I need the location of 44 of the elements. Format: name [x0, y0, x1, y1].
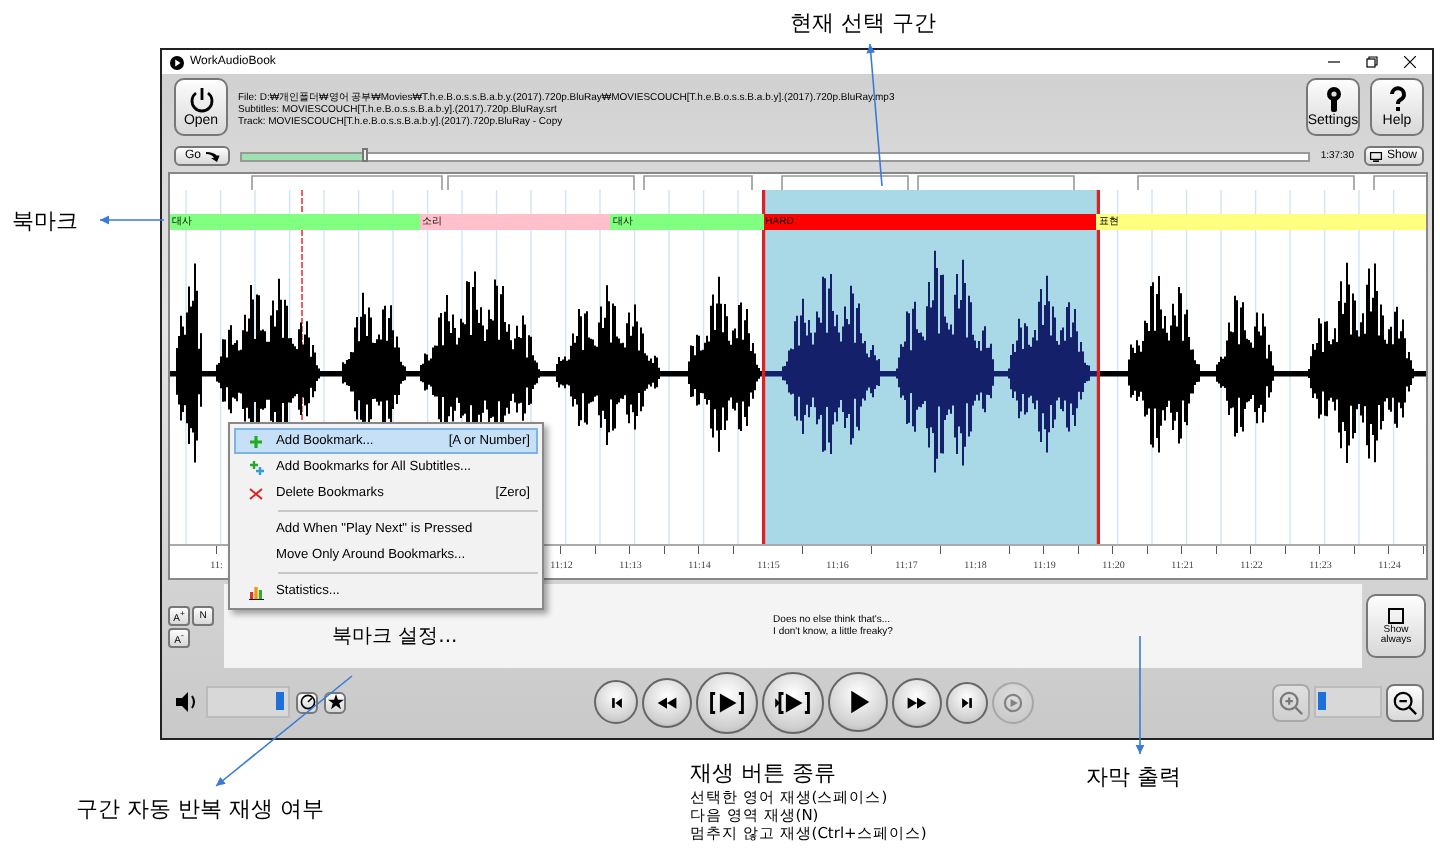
annotation-text: 구간 자동 반복 재생 여부	[76, 794, 324, 824]
annotation-text: 자막 출력	[1086, 762, 1181, 792]
selection-end-line[interactable]	[1096, 190, 1100, 544]
zoom-out-icon	[1392, 689, 1418, 715]
fast-forward-button[interactable]	[892, 677, 942, 727]
play-next-button[interactable]	[762, 671, 824, 733]
zoom-slider[interactable]	[1314, 686, 1382, 718]
selection-start-line[interactable]	[762, 190, 766, 544]
plus-pair-icon	[248, 459, 264, 475]
plus-icon	[248, 433, 264, 449]
volume-slider[interactable]	[206, 686, 290, 718]
play-selection-button[interactable]	[696, 671, 758, 733]
wrench-icon	[1321, 86, 1345, 114]
annotation-text: 재생 버튼 종류	[690, 758, 838, 788]
maximize-icon[interactable]	[1366, 56, 1378, 68]
skip-to-start-button[interactable]	[594, 680, 638, 724]
play-button[interactable]	[828, 672, 888, 732]
bookmark-star-button[interactable]	[324, 691, 346, 713]
monitor-icon	[1370, 151, 1383, 161]
annotation-text: 북마크 설정...	[332, 624, 458, 650]
position-slider[interactable]	[240, 151, 1311, 161]
leader-line	[99, 215, 165, 225]
zoom-in-icon	[1278, 689, 1304, 715]
rewind-button[interactable]	[642, 677, 692, 727]
question-icon	[1387, 86, 1407, 114]
leader-line	[215, 675, 353, 787]
skip-to-end-button[interactable]	[946, 681, 988, 723]
power-icon	[187, 86, 215, 114]
gauge-icon	[299, 694, 315, 710]
close-icon[interactable]	[1404, 56, 1416, 68]
leader-line	[1135, 635, 1145, 755]
bar-chart-icon	[248, 583, 264, 599]
checkbox[interactable]	[1388, 607, 1404, 623]
zoom-out-button[interactable]	[1386, 683, 1424, 721]
loop-play-icon	[1000, 689, 1026, 715]
auto-repeat-button[interactable]	[296, 691, 318, 713]
app-icon	[170, 55, 184, 69]
speaker-icon[interactable]	[176, 692, 198, 712]
star-icon	[327, 694, 343, 710]
minimize-icon[interactable]	[1328, 56, 1340, 68]
annotation-text: 북마크	[12, 206, 78, 236]
delete-icon	[248, 485, 264, 501]
arrow-icon	[205, 151, 219, 161]
annotation-text: 현재 선택 구간	[790, 8, 936, 38]
